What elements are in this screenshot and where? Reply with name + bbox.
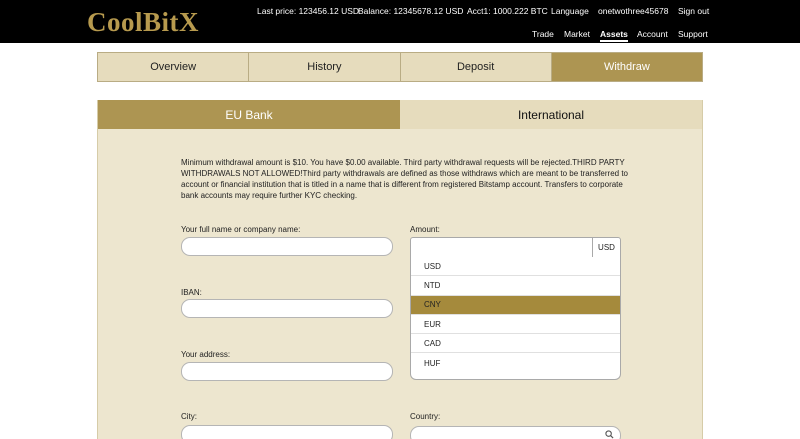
currency-option-cny[interactable]: CNY xyxy=(411,295,620,315)
tab-international[interactable]: International xyxy=(400,100,702,129)
tab-eu-bank[interactable]: EU Bank xyxy=(98,100,400,129)
nav-market[interactable]: Market xyxy=(564,29,590,39)
withdrawal-notice: Minimum withdrawal amount is $10. You ha… xyxy=(181,158,628,200)
currency-option-cad[interactable]: CAD xyxy=(411,334,620,354)
top-header: CoolBitX Last price: 123456.12 USD Balan… xyxy=(0,0,800,43)
tab-overview[interactable]: Overview xyxy=(97,52,250,82)
amount-label: Amount: xyxy=(410,225,440,234)
last-price-readout: Last price: 123456.12 USD xyxy=(257,6,360,16)
balance-readout: Balance: 12345678.12 USD xyxy=(358,6,464,16)
currency-option-usd[interactable]: USD xyxy=(411,257,620,277)
country-label: Country: xyxy=(410,412,441,421)
iban-input[interactable] xyxy=(181,299,393,318)
tab-deposit[interactable]: Deposit xyxy=(400,52,552,82)
city-label: City: xyxy=(181,412,197,421)
nav-assets[interactable]: Assets xyxy=(600,29,628,42)
iban-label: IBAN: xyxy=(181,288,202,297)
currency-option-eur[interactable]: EUR xyxy=(411,315,620,335)
assets-tabs: Overview History Deposit Withdraw xyxy=(97,52,703,82)
full-name-label: Your full name or company name: xyxy=(181,225,301,234)
nav-support[interactable]: Support xyxy=(678,29,708,39)
sign-out-link[interactable]: Sign out xyxy=(678,6,709,16)
search-icon xyxy=(605,430,614,439)
coolbitx-logo[interactable]: CoolBitX xyxy=(87,7,199,38)
amount-input[interactable]: USD xyxy=(410,237,621,258)
nav-account[interactable]: Account xyxy=(637,29,668,39)
currency-option-huf[interactable]: HUF xyxy=(411,353,620,372)
full-name-input[interactable] xyxy=(181,237,393,256)
currency-dropdown: USD NTD CNY EUR CAD HUF xyxy=(410,257,621,380)
currency-select[interactable]: USD xyxy=(592,238,620,257)
username-link[interactable]: onetwothree45678 xyxy=(598,6,668,16)
account-readout: Acct1: 1000.222 BTC xyxy=(467,6,548,16)
address-input[interactable] xyxy=(181,362,393,381)
tab-withdraw[interactable]: Withdraw xyxy=(551,52,703,82)
language-link[interactable]: Language xyxy=(551,6,589,16)
address-label: Your address: xyxy=(181,350,231,359)
nav-trade[interactable]: Trade xyxy=(532,29,554,39)
withdraw-method-tabs: EU Bank International xyxy=(98,100,702,129)
withdraw-panel: EU Bank International Minimum withdrawal… xyxy=(97,100,703,439)
tab-history[interactable]: History xyxy=(249,52,401,82)
country-search-input[interactable] xyxy=(410,426,621,439)
currency-option-ntd[interactable]: NTD xyxy=(411,276,620,296)
city-input[interactable] xyxy=(181,425,393,439)
